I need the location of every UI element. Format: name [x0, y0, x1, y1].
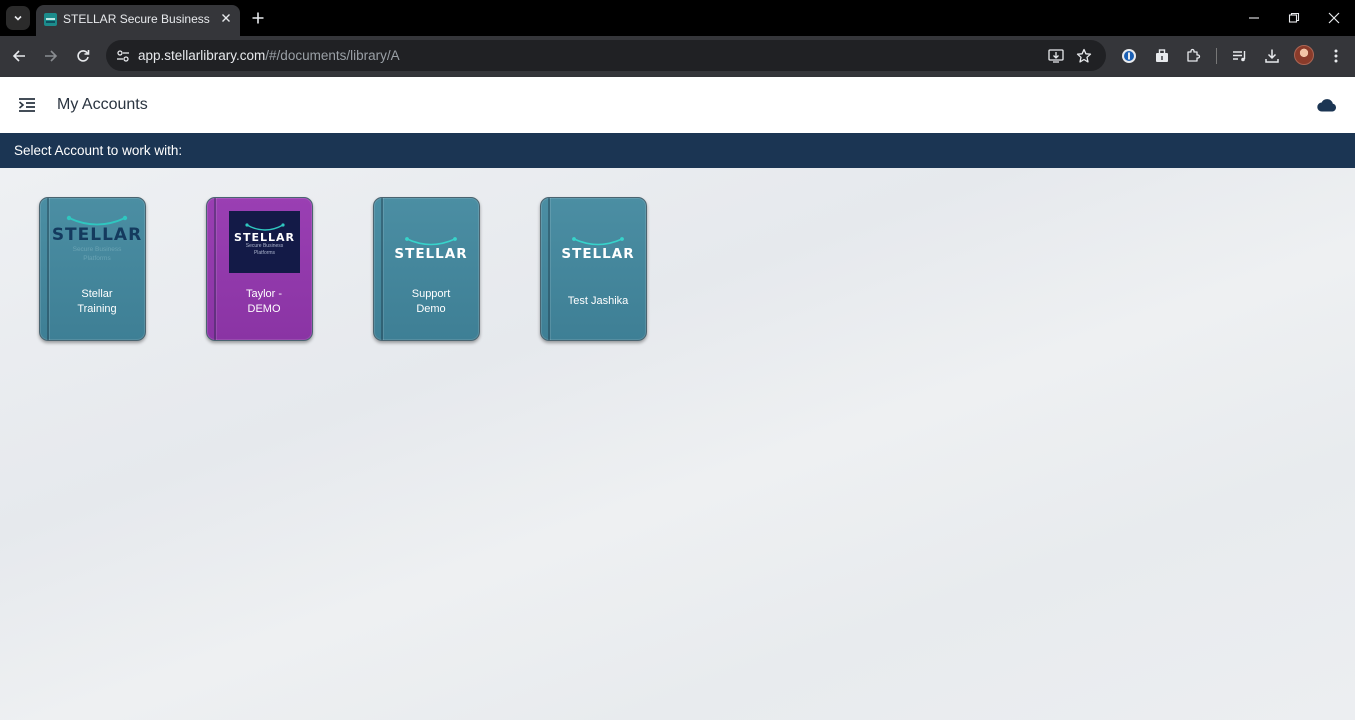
account-name: Support Demo — [383, 287, 479, 317]
book-spine — [548, 198, 550, 340]
stellar-favicon-icon — [44, 13, 57, 26]
reload-icon — [77, 50, 90, 62]
bookmark-button[interactable] — [1074, 46, 1094, 66]
tune-icon — [117, 50, 129, 62]
address-bar[interactable]: app.stellarlibrary.com/#/documents/libra… — [106, 40, 1106, 71]
account-name-line: Stellar — [81, 288, 113, 300]
account-logo-text: STELLAR — [234, 231, 295, 244]
account-name-line: Demo — [416, 303, 446, 315]
stellar-logo-arc-icon — [572, 237, 624, 246]
reload-button[interactable] — [72, 45, 94, 67]
site-info-button[interactable] — [113, 46, 133, 66]
media-controls-button[interactable] — [1229, 45, 1251, 67]
back-button[interactable] — [8, 45, 30, 67]
tab-search-button[interactable] — [6, 6, 30, 30]
browser-tab-strip: STELLAR Secure Business — [0, 0, 1355, 36]
url-host: app.stellarlibrary.com — [138, 48, 266, 63]
account-logo-text: STELLAR — [51, 225, 143, 245]
select-account-label: Select Account to work with: — [14, 143, 183, 158]
restore-button[interactable] — [1284, 8, 1304, 28]
forward-button[interactable] — [40, 45, 62, 67]
url-path: /#/documents/library/A — [265, 48, 400, 63]
tab-close-button[interactable] — [218, 10, 234, 26]
url-text[interactable]: app.stellarlibrary.com/#/documents/libra… — [138, 48, 400, 63]
downloads-button[interactable] — [1261, 45, 1283, 67]
password-manager-icon — [1122, 49, 1136, 63]
menu-icon — [18, 98, 35, 112]
account-logo-tagline: Secure Business — [72, 246, 122, 253]
extensions-button[interactable] — [1182, 45, 1204, 67]
page-title: My Accounts — [57, 96, 148, 113]
account-logo-tagline: Platforms — [83, 255, 111, 262]
account-name-line: DEMO — [247, 303, 281, 315]
account-name: Taylor - DEMO — [216, 287, 312, 317]
install-app-button[interactable] — [1046, 46, 1066, 66]
minimize-button[interactable] — [1244, 8, 1264, 28]
account-logo-tagline: Secure Business — [245, 243, 284, 249]
account-logo: STELLAR Secure Business Platforms — [229, 211, 300, 273]
stellar-logo-arc-icon — [405, 237, 457, 246]
account-logo: STELLAR — [550, 236, 646, 262]
cloud-icon — [1317, 99, 1337, 112]
account-name: Test Jashika — [550, 294, 646, 309]
minimize-icon — [1249, 17, 1259, 19]
browser-menu-button[interactable] — [1325, 45, 1347, 67]
account-name-line: Training — [77, 303, 117, 315]
account-name-line: Taylor - — [245, 288, 283, 300]
browser-toolbar: app.stellarlibrary.com/#/documents/libra… — [0, 36, 1355, 77]
star-icon — [1076, 48, 1092, 63]
close-icon — [222, 14, 230, 22]
book-spine — [214, 198, 216, 340]
book-spine — [381, 198, 383, 340]
chevron-down-icon — [14, 15, 22, 21]
account-name-line: Support — [411, 288, 451, 300]
account-card-taylor-demo[interactable]: STELLAR Secure Business Platforms Taylor… — [206, 197, 313, 341]
install-app-icon — [1048, 49, 1064, 63]
account-logo-text: STELLAR — [561, 246, 635, 262]
tab-title: STELLAR Secure Business — [63, 12, 210, 26]
media-queue-icon — [1233, 51, 1246, 62]
extension-button[interactable] — [1151, 45, 1173, 67]
download-icon — [1265, 49, 1279, 63]
briefcase-icon — [1156, 49, 1168, 62]
menu-toggle-button[interactable] — [16, 94, 38, 116]
puzzle-icon — [1187, 48, 1201, 62]
account-logo-tagline: Platforms — [253, 249, 276, 256]
new-tab-button[interactable] — [248, 8, 268, 28]
account-logo: STELLAR Secure Business Platforms — [49, 215, 145, 262]
more-vert-icon — [1334, 49, 1338, 63]
account-logo-text: STELLAR — [394, 246, 468, 262]
account-logo: STELLAR — [383, 236, 479, 262]
accounts-grid: STELLAR Secure Business Platforms Stella… — [0, 168, 1355, 720]
close-icon — [1328, 12, 1340, 24]
toolbar-separator — [1216, 48, 1217, 64]
browser-tab-active[interactable]: STELLAR Secure Business — [36, 5, 240, 36]
account-card-test-jashika[interactable]: STELLAR Test Jashika — [540, 197, 647, 341]
restore-icon — [1288, 12, 1300, 23]
app-header: My Accounts — [0, 77, 1355, 133]
close-window-button[interactable] — [1324, 8, 1344, 28]
password-manager-button[interactable] — [1118, 45, 1140, 67]
select-account-bar: Select Account to work with: — [0, 133, 1355, 168]
account-name: Stellar Training — [49, 287, 145, 317]
account-card-stellar-training[interactable]: STELLAR Secure Business Platforms Stella… — [39, 197, 146, 341]
profile-avatar[interactable] — [1294, 45, 1314, 65]
arrow-right-icon — [45, 50, 58, 62]
account-name-line: Test Jashika — [567, 295, 629, 307]
cloud-sync-button[interactable] — [1315, 94, 1339, 116]
account-card-support-demo[interactable]: STELLAR Support Demo — [373, 197, 480, 341]
arrow-left-icon — [12, 50, 25, 62]
plus-icon — [252, 12, 264, 24]
